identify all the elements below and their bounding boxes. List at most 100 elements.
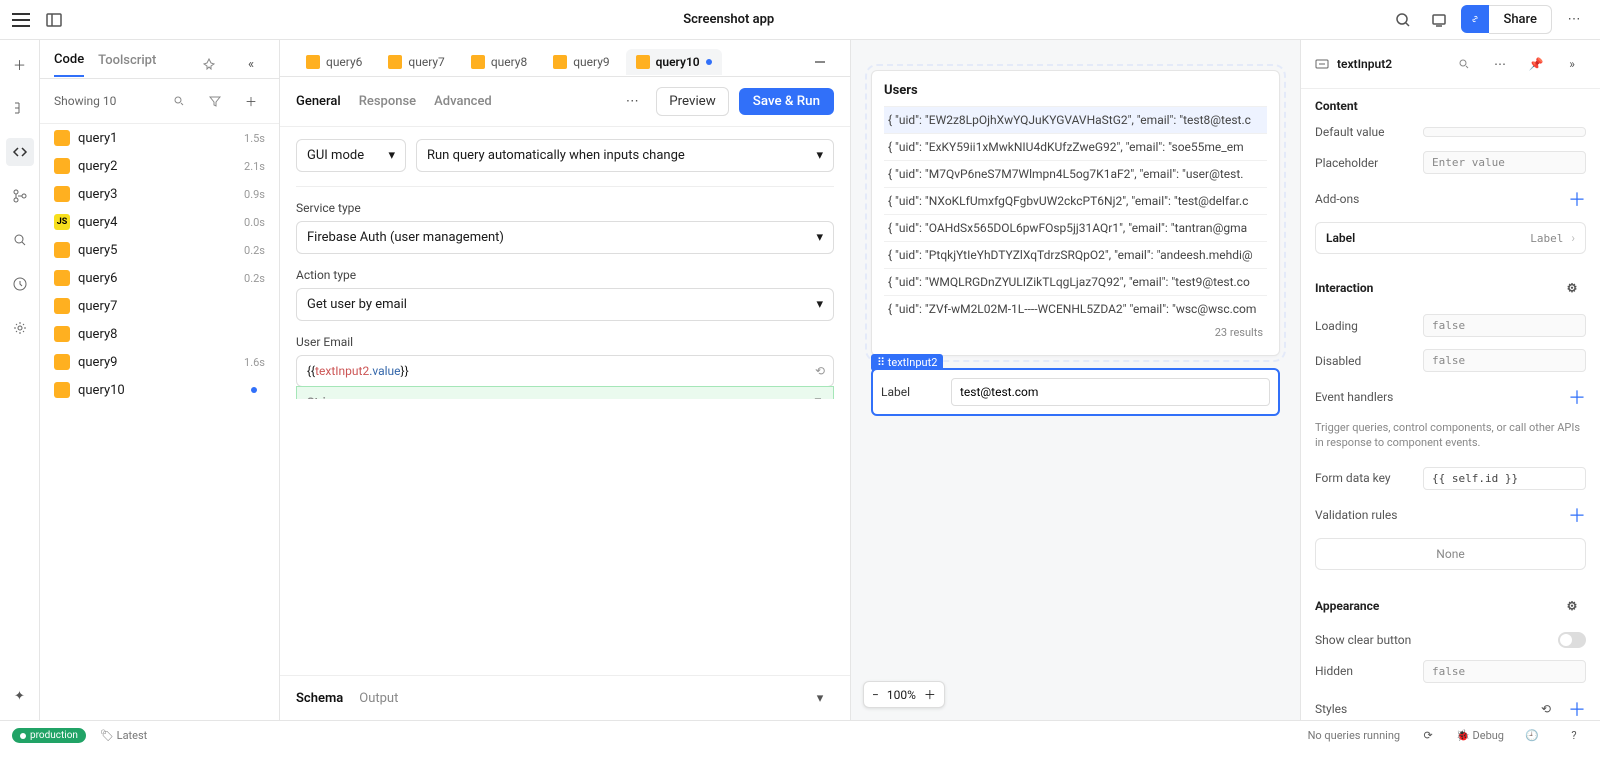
editor-tab-query8[interactable]: query8 bbox=[461, 49, 537, 75]
present-icon[interactable] bbox=[1425, 6, 1453, 34]
subtab-response[interactable]: Response bbox=[359, 94, 416, 109]
branch-icon[interactable] bbox=[6, 182, 34, 210]
minimize-icon[interactable] bbox=[806, 48, 834, 76]
copy-icon[interactable]: ⧉ bbox=[814, 395, 823, 399]
more-icon[interactable]: ⋯ bbox=[1560, 6, 1588, 34]
query-item-query2[interactable]: query22.1s bbox=[40, 152, 279, 180]
section-appearance: Appearance⚙ bbox=[1301, 582, 1600, 626]
query-item-query1[interactable]: query11.5s bbox=[40, 124, 279, 152]
zoom-in-icon[interactable]: ＋ bbox=[924, 686, 936, 703]
settings-icon[interactable]: ⚙ bbox=[1558, 592, 1586, 620]
form-key-input[interactable]: {{ self.id }} bbox=[1423, 467, 1586, 490]
text-input-field[interactable] bbox=[951, 378, 1270, 406]
zoom-control[interactable]: − 100% ＋ bbox=[863, 681, 945, 708]
query-type-icon bbox=[54, 270, 70, 286]
expand-icon[interactable]: » bbox=[1558, 50, 1586, 78]
tab-code[interactable]: Code bbox=[54, 52, 84, 77]
list-item[interactable]: { "uid": "NXoKLfUmxfgQFgbvUW2ckcPT6Nj2",… bbox=[884, 187, 1267, 214]
service-type-label: Service type bbox=[296, 201, 834, 215]
share-button[interactable]: Share bbox=[1489, 5, 1552, 34]
subtab-general[interactable]: General bbox=[296, 94, 341, 109]
editor-tab-query7[interactable]: query7 bbox=[378, 49, 454, 75]
panels-icon[interactable] bbox=[40, 6, 68, 34]
query-item-query9[interactable]: query91.6s bbox=[40, 348, 279, 376]
card-title: Users bbox=[884, 83, 1267, 98]
hidden-input[interactable]: false bbox=[1423, 660, 1586, 683]
subtab-advanced[interactable]: Advanced bbox=[434, 94, 492, 109]
show-clear-toggle[interactable] bbox=[1558, 632, 1586, 648]
pin-icon[interactable]: 📌 bbox=[1522, 50, 1550, 78]
list-item[interactable]: { "uid": "M7QvP6neS7M7Wlmpn4L5og7K1aF2",… bbox=[884, 160, 1267, 187]
settings-icon[interactable]: ⚙ bbox=[1558, 274, 1586, 302]
editor-tab-query10[interactable]: query10 bbox=[626, 49, 722, 75]
query-item-query7[interactable]: query7 bbox=[40, 292, 279, 320]
chevron-down-icon: ▾ bbox=[816, 148, 823, 163]
search-icon[interactable] bbox=[1450, 50, 1478, 78]
query-item-query5[interactable]: query50.2s bbox=[40, 236, 279, 264]
debug-button[interactable]: 🐞 Debug bbox=[1456, 729, 1504, 742]
add-icon[interactable]: ＋ bbox=[6, 50, 34, 78]
query-item-query6[interactable]: query60.2s bbox=[40, 264, 279, 292]
add-query-icon[interactable]: ＋ bbox=[237, 87, 265, 115]
label-addon[interactable]: LabelLabel› bbox=[1315, 222, 1586, 254]
search-queries-icon[interactable] bbox=[165, 87, 193, 115]
search-panel-icon[interactable] bbox=[6, 226, 34, 254]
placeholder-input[interactable]: Enter value bbox=[1423, 151, 1586, 174]
reset-icon[interactable]: ⟲ bbox=[1532, 695, 1560, 720]
query-item-query8[interactable]: query8 bbox=[40, 320, 279, 348]
action-type-select[interactable]: Get user by email▾ bbox=[296, 288, 834, 321]
add-addon-icon[interactable]: ＋ bbox=[1568, 186, 1586, 212]
code-icon[interactable] bbox=[6, 138, 34, 166]
settings-icon[interactable] bbox=[6, 314, 34, 342]
query-type-icon bbox=[306, 55, 320, 69]
editor-tab-query6[interactable]: query6 bbox=[296, 49, 372, 75]
disabled-input[interactable]: false bbox=[1423, 349, 1586, 372]
tree-icon[interactable] bbox=[6, 94, 34, 122]
query-item-query10[interactable]: query10 bbox=[40, 376, 279, 404]
pin-icon[interactable] bbox=[195, 50, 223, 78]
loading-input[interactable]: false bbox=[1423, 314, 1586, 337]
sparkle-icon[interactable]: ✦ bbox=[6, 682, 34, 710]
tab-toolscript[interactable]: Toolscript bbox=[98, 53, 156, 76]
query-item-query4[interactable]: JSquery40.0s bbox=[40, 208, 279, 236]
add-validation-icon[interactable]: ＋ bbox=[1568, 502, 1586, 528]
undo-icon[interactable]: ⟲ bbox=[815, 364, 825, 378]
zoom-out-icon[interactable]: − bbox=[872, 688, 879, 702]
refresh-icon[interactable]: ⟳ bbox=[1414, 722, 1442, 750]
list-item[interactable]: { "uid": "PtqkjYtIeYhDTYZlXqTdrzSRQpO2",… bbox=[884, 241, 1267, 268]
history-icon[interactable]: 🕘 bbox=[1518, 722, 1546, 750]
tab-schema[interactable]: Schema bbox=[296, 691, 343, 706]
editor-tab-query9[interactable]: query9 bbox=[543, 49, 619, 75]
query-item-query3[interactable]: query30.9s bbox=[40, 180, 279, 208]
inspector-name[interactable]: textInput2 bbox=[1337, 57, 1442, 71]
list-item[interactable]: { "uid": "ZVf-wM2L02M-1L----WCENHL5ZDA2"… bbox=[884, 295, 1267, 322]
add-event-icon[interactable]: ＋ bbox=[1568, 384, 1586, 410]
filter-icon[interactable] bbox=[201, 87, 229, 115]
main-menu-icon[interactable] bbox=[12, 13, 30, 27]
gui-mode-select[interactable]: GUI mode▾ bbox=[296, 139, 406, 172]
list-item[interactable]: { "uid": "EW2z8LpOjhXwYQJuKYGVAVHaStG2",… bbox=[884, 106, 1267, 133]
service-type-select[interactable]: Firebase Auth (user management)▾ bbox=[296, 221, 834, 254]
help-icon[interactable]: ? bbox=[1560, 722, 1588, 750]
default-value-input[interactable] bbox=[1423, 127, 1586, 137]
user-email-input[interactable]: {{textInput2.value}} ⟲ ⧉ String "test@te… bbox=[296, 355, 834, 387]
collapse-icon[interactable]: « bbox=[237, 50, 265, 78]
chevron-down-icon[interactable]: ▾ bbox=[806, 684, 834, 712]
history-icon[interactable] bbox=[6, 270, 34, 298]
search-icon[interactable] bbox=[1389, 6, 1417, 34]
more-icon[interactable]: ⋯ bbox=[1486, 50, 1514, 78]
list-item[interactable]: { "uid": "WMQLRGDnZYULIZikTLqgLjaz7Q92",… bbox=[884, 268, 1267, 295]
text-input-component[interactable]: Label bbox=[871, 368, 1280, 416]
list-item[interactable]: { "uid": "ExKY59ii1xMwkNIU4dKUfzZweG92",… bbox=[884, 133, 1267, 160]
save-run-button[interactable]: Save & Run bbox=[739, 88, 834, 115]
list-item[interactable]: { "uid": "OAHdSx565DOL6pwFOsp5jj31AQr1",… bbox=[884, 214, 1267, 241]
query-type-icon bbox=[54, 298, 70, 314]
run-mode-select[interactable]: Run query automatically when inputs chan… bbox=[416, 139, 834, 172]
query-type-icon bbox=[388, 55, 402, 69]
tab-output[interactable]: Output bbox=[359, 691, 398, 706]
environment-badge[interactable]: production bbox=[12, 728, 86, 743]
link-icon[interactable] bbox=[1461, 5, 1489, 33]
add-style-icon[interactable]: ＋ bbox=[1568, 696, 1586, 720]
more-actions-icon[interactable]: ⋯ bbox=[618, 88, 646, 116]
preview-button[interactable]: Preview bbox=[656, 87, 729, 116]
